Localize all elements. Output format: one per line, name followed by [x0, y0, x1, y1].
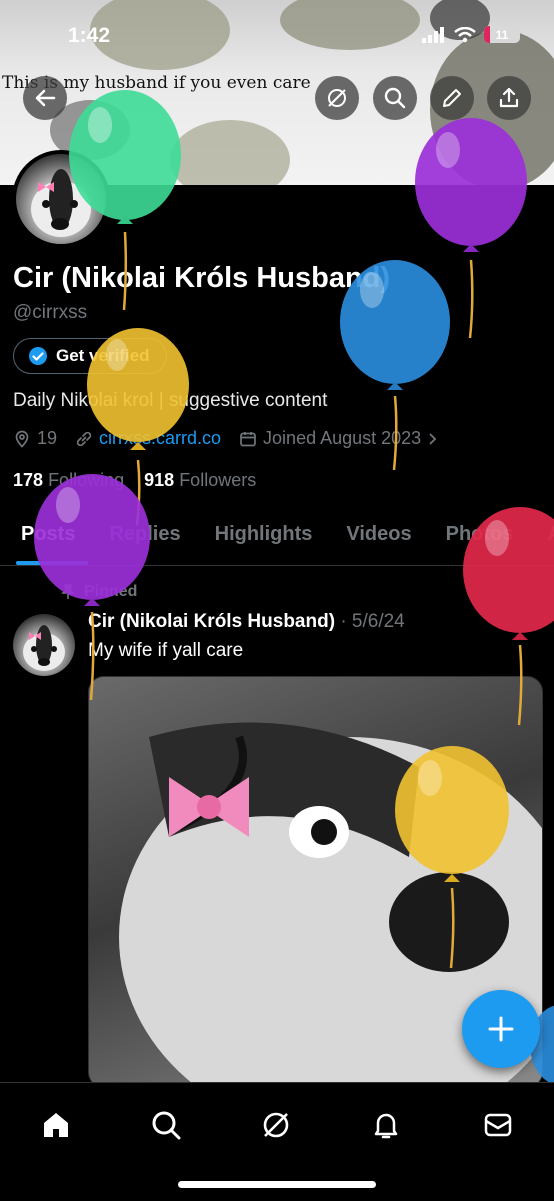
- followers-count: 918: [144, 470, 175, 490]
- post-author[interactable]: Cir (Nikolai Króls Husband): [88, 611, 335, 632]
- followers-label: Followers: [179, 470, 257, 490]
- joined-text: Joined August 2023: [263, 428, 422, 448]
- wifi-icon: [454, 26, 476, 42]
- post-date: · 5/6/24: [340, 611, 405, 632]
- mail-icon: [484, 1113, 512, 1137]
- share-button[interactable]: [487, 76, 531, 120]
- tab-highlights[interactable]: Highlights: [194, 515, 326, 565]
- calendar-icon: [240, 431, 256, 446]
- nav-search[interactable]: [142, 1101, 190, 1149]
- post-header: Cir (Nikolai Króls Husband) · 5/6/24: [88, 611, 405, 633]
- compose-button[interactable]: [462, 990, 540, 1068]
- location-icon: [15, 430, 29, 448]
- location-item: 19: [13, 428, 57, 449]
- joined-item[interactable]: Joined August 2023: [239, 428, 439, 449]
- get-verified-button[interactable]: Get verified: [13, 338, 167, 374]
- signal-icon: [422, 26, 444, 43]
- verified-badge-icon: [29, 347, 47, 365]
- back-icon: [35, 89, 56, 107]
- search-icon: [152, 1111, 181, 1140]
- website-item[interactable]: cirrxss.carrd.co: [75, 428, 221, 449]
- post-avatar-image: [23, 625, 65, 671]
- profile-avatar[interactable]: [12, 150, 110, 248]
- battery-level: 11: [495, 27, 509, 42]
- post-avatar[interactable]: [13, 614, 75, 676]
- status-indicators: 11: [422, 26, 520, 43]
- nav-home[interactable]: [32, 1101, 80, 1149]
- following-label: Following: [48, 470, 125, 490]
- grok-icon: [263, 1112, 289, 1138]
- follow-stats: 178 Following 918 Followers: [13, 470, 256, 491]
- profile-handle: @cirrxss: [13, 302, 88, 323]
- home-indicator: [178, 1181, 376, 1188]
- search-icon: [384, 87, 406, 109]
- followers-link[interactable]: 918 Followers: [144, 470, 256, 490]
- battery-icon: 11: [484, 26, 520, 43]
- bell-icon: [374, 1113, 398, 1139]
- share-icon: [499, 87, 519, 108]
- post-text: My wife if yall care: [88, 640, 244, 661]
- tab-articles[interactable]: Ar: [526, 515, 554, 565]
- plus-icon: [488, 1016, 514, 1042]
- get-verified-label: Get verified: [56, 346, 150, 365]
- profile-meta: 19 cirrxss.carrd.co Joined August 2023: [13, 428, 457, 449]
- profile-name: Cir (Nikolai Króls Husband): [13, 262, 391, 294]
- grok-icon: [328, 89, 346, 107]
- following-count: 178: [13, 470, 44, 490]
- pin-icon: [61, 584, 75, 599]
- link-icon: [76, 431, 92, 446]
- home-icon: [44, 1113, 68, 1137]
- location-text: 19: [37, 428, 58, 448]
- chevron-right-icon: [429, 432, 437, 445]
- grok-button[interactable]: [315, 76, 359, 120]
- profile-bio: Daily Nikolai krol | suggestive content: [13, 390, 328, 411]
- back-button[interactable]: [23, 76, 67, 120]
- nav-notifications[interactable]: [362, 1101, 410, 1149]
- profile-tabs: Posts Replies Highlights Videos Photos A…: [0, 515, 554, 566]
- following-link[interactable]: 178 Following: [13, 470, 124, 490]
- nav-grok[interactable]: [252, 1101, 300, 1149]
- website-link[interactable]: cirrxss.carrd.co: [99, 428, 221, 449]
- pinned-label: Pinned: [84, 583, 138, 600]
- tab-videos[interactable]: Videos: [325, 515, 424, 565]
- search-button[interactable]: [373, 76, 417, 120]
- tab-photos[interactable]: Photos: [425, 515, 527, 565]
- pinned-indicator: Pinned: [60, 583, 137, 601]
- edit-button[interactable]: [430, 76, 474, 120]
- edit-icon: [443, 89, 461, 107]
- tab-posts[interactable]: Posts: [0, 515, 89, 565]
- avatar-image: [31, 169, 91, 237]
- status-time: 1:42: [68, 24, 111, 47]
- tab-replies[interactable]: Replies: [88, 515, 193, 565]
- nav-messages[interactable]: [474, 1101, 522, 1149]
